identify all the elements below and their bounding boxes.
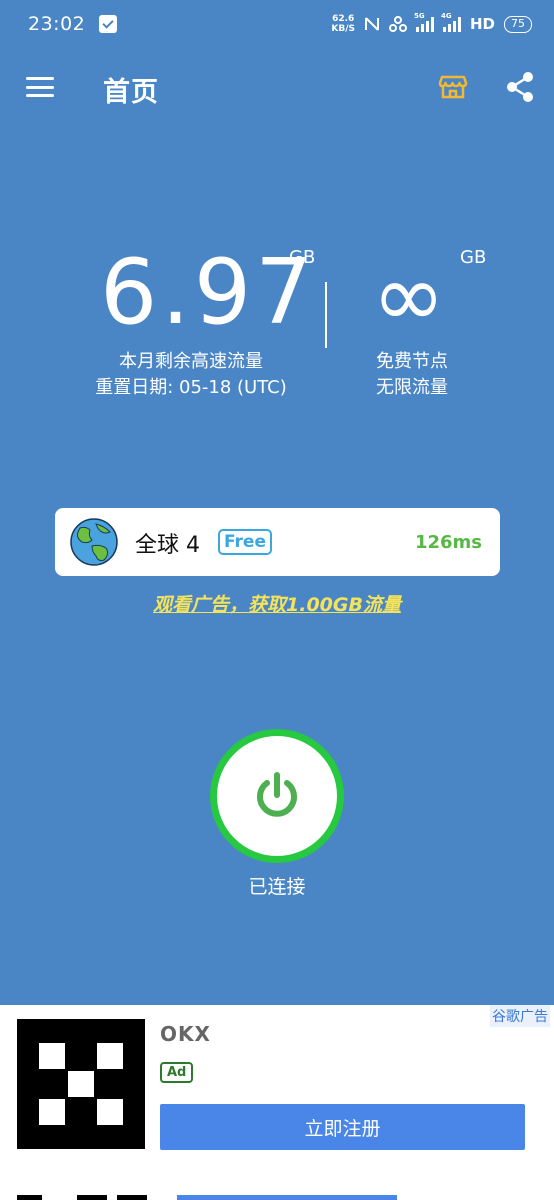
status-bar: 23:02 62.6 KB/S 5G 4G HD 75	[0, 0, 554, 48]
server-name: 全球 4	[135, 533, 200, 558]
remaining-traffic-caption: 本月剩余高速流量 重置日期: 05-18 (UTC)	[60, 349, 322, 401]
hotspot-icon	[388, 16, 407, 32]
free-node-sublabel: 无限流量	[376, 377, 448, 398]
network-speed: 62.6 KB/S	[331, 14, 355, 34]
free-node-label: 免费节点	[376, 351, 448, 372]
free-badge: Free	[218, 529, 272, 555]
hd-label: HD	[469, 15, 495, 33]
remaining-traffic-unit: GB	[289, 247, 316, 268]
ad-banner[interactable]: 谷歌广告 OKX Ad 立即注册	[0, 1005, 554, 1200]
watch-ad-reward-link[interactable]: 观看广告，获取1.00GB流量	[0, 590, 554, 617]
nfc-icon	[364, 17, 379, 31]
ad-source-label[interactable]: 谷歌广告	[490, 1005, 550, 1027]
power-icon	[257, 772, 297, 817]
connect-button-inner	[217, 736, 337, 856]
page-title: 首页	[103, 77, 159, 108]
ad-register-button[interactable]: 立即注册	[160, 1104, 525, 1150]
app-bar: 首页	[0, 56, 554, 118]
server-selector[interactable]: 全球 4 Free 126ms	[55, 508, 500, 576]
free-node-caption: 免费节点 无限流量	[362, 349, 462, 401]
menu-icon[interactable]	[26, 77, 54, 97]
ad-badge: Ad	[160, 1062, 194, 1083]
remaining-traffic-label: 本月剩余高速流量	[119, 351, 263, 372]
status-indicators: 62.6 KB/S 5G 4G HD 75	[331, 12, 532, 34]
ad-brand-name[interactable]: OKX	[160, 1022, 211, 1046]
next-ad-peek	[17, 1195, 537, 1200]
free-traffic-unit: GB	[460, 247, 487, 268]
share-icon[interactable]	[505, 71, 535, 103]
latency-value: 126ms	[414, 532, 482, 553]
stats-divider	[325, 282, 327, 348]
signal-5g-icon: 5G	[414, 12, 434, 32]
battery-icon: 75	[504, 15, 532, 33]
free-traffic-value: ∞	[372, 244, 446, 347]
connection-status: 已连接	[248, 876, 306, 898]
status-time: 23:02	[28, 13, 86, 35]
globe-icon	[70, 518, 118, 566]
remaining-traffic-value: 6.97	[100, 240, 317, 345]
notification-icon	[99, 15, 118, 33]
signal-4g-icon: 4G	[441, 12, 461, 32]
okx-logo[interactable]	[17, 1019, 145, 1149]
reset-date-label: 重置日期: 05-18 (UTC)	[95, 377, 287, 398]
connect-button[interactable]	[210, 729, 344, 863]
store-icon[interactable]	[438, 71, 468, 101]
